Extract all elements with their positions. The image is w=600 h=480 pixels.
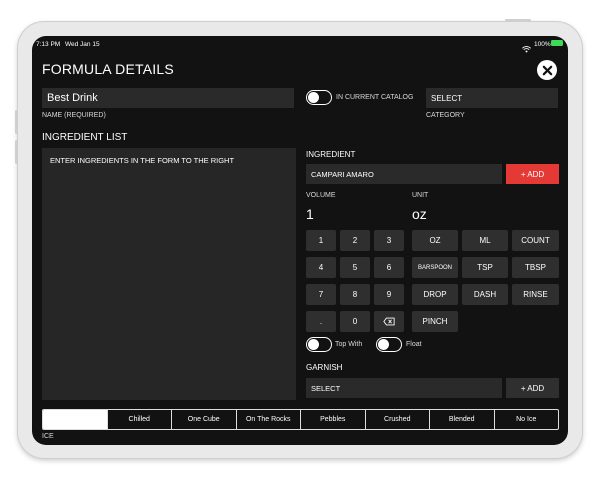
name-field[interactable]: Best Drink <box>42 88 294 108</box>
ice-option-blended[interactable]: Blended <box>429 410 494 429</box>
unit-button-ml[interactable]: ML <box>462 230 508 251</box>
ice-option-crushed[interactable]: Crushed <box>364 410 430 429</box>
ingredient-list: ENTER INGREDIENTS IN THE FORM TO THE RIG… <box>42 148 296 400</box>
ice-option-no-ice[interactable]: No Ice <box>493 410 559 429</box>
keypad-key[interactable]: 4 <box>306 257 336 278</box>
catalog-label: IN CURRENT CATALOG <box>336 94 414 101</box>
catalog-toggle[interactable] <box>306 90 332 105</box>
name-label: NAME (REQUIRED) <box>42 112 106 119</box>
ice-option-selected[interactable] <box>43 410 107 429</box>
app-screen: 7:13 PM Wed Jan 15 100% FORMULA DETAILS … <box>32 36 568 445</box>
battery-icon <box>551 40 563 46</box>
backspace-button[interactable] <box>374 311 404 332</box>
ingredient-input[interactable]: CAMPARI AMARO <box>306 164 502 184</box>
unit-button-pinch[interactable]: PINCH <box>412 311 458 332</box>
add-ingredient-button[interactable]: + ADD <box>506 164 559 184</box>
unit-button-dash[interactable]: DASH <box>462 284 508 305</box>
name-value: Best Drink <box>47 92 98 104</box>
ice-label: ICE <box>42 433 54 440</box>
ice-segmented-control: Chilled One Cube On The Rocks Pebbles Cr… <box>42 409 559 430</box>
volume-button <box>15 140 18 164</box>
top-with-toggle[interactable] <box>306 337 332 352</box>
float-label: Float <box>406 341 422 348</box>
toggle-knob <box>308 339 319 350</box>
category-label: CATEGORY <box>426 112 465 119</box>
unit-value[interactable]: oz <box>412 206 427 222</box>
ice-option-on-the-rocks[interactable]: On The Rocks <box>235 410 301 429</box>
ice-option-one-cube[interactable]: One Cube <box>171 410 236 429</box>
keypad-key[interactable]: 5 <box>340 257 370 278</box>
ice-option-chilled[interactable]: Chilled <box>106 410 172 429</box>
unit-button-oz[interactable]: OZ <box>412 230 458 251</box>
float-toggle[interactable] <box>376 337 402 352</box>
unit-button-rinse[interactable]: RINSE <box>512 284 559 305</box>
ingredient-list-placeholder: ENTER INGREDIENTS IN THE FORM TO THE RIG… <box>50 156 235 165</box>
close-icon <box>542 65 552 75</box>
battery-percent: 100% <box>534 41 551 48</box>
keypad-key[interactable]: . <box>306 311 336 332</box>
category-value: SELECT <box>431 94 463 103</box>
add-garnish-button[interactable]: + ADD <box>506 378 559 398</box>
volume-value[interactable]: 1 <box>306 206 314 222</box>
ingredient-heading: INGREDIENT <box>306 150 356 159</box>
keypad-key[interactable]: 1 <box>306 230 336 251</box>
unit-button-barspoon[interactable]: BARSPOON <box>412 257 458 278</box>
wifi-icon <box>522 40 531 58</box>
close-button[interactable] <box>537 60 557 80</box>
toggle-knob <box>308 92 319 103</box>
garnish-heading: GARNISH <box>306 363 343 372</box>
keypad-key[interactable]: 0 <box>340 311 370 332</box>
garnish-value: SELECT <box>311 384 341 393</box>
unit-button-tsp[interactable]: TSP <box>462 257 508 278</box>
page-title: FORMULA DETAILS <box>42 61 174 77</box>
garnish-select[interactable]: SELECT <box>306 378 502 398</box>
keypad-key[interactable]: 2 <box>340 230 370 251</box>
top-with-label: Top With <box>335 341 363 348</box>
unit-label: UNIT <box>412 192 429 199</box>
volume-label: VOLUME <box>306 192 336 199</box>
unit-button-count[interactable]: COUNT <box>512 230 559 251</box>
category-select[interactable]: SELECT <box>426 88 558 108</box>
unit-button-drop[interactable]: DROP <box>412 284 458 305</box>
power-button <box>505 19 531 22</box>
keypad-key[interactable]: 9 <box>374 284 404 305</box>
status-date: Wed Jan 15 <box>65 41 100 48</box>
unit-button-tbsp[interactable]: TBSP <box>512 257 559 278</box>
keypad-key[interactable]: 6 <box>374 257 404 278</box>
ingredient-list-heading: INGREDIENT LIST <box>42 132 128 143</box>
ingredient-value: CAMPARI AMARO <box>311 170 374 179</box>
keypad-key[interactable]: 7 <box>306 284 336 305</box>
volume-button <box>15 110 18 134</box>
keypad-key[interactable]: 8 <box>340 284 370 305</box>
toggle-knob <box>378 339 389 350</box>
keypad-key[interactable]: 3 <box>374 230 404 251</box>
ice-option-pebbles[interactable]: Pebbles <box>300 410 365 429</box>
backspace-icon <box>383 317 395 326</box>
status-time: 7:13 PM <box>36 41 61 48</box>
